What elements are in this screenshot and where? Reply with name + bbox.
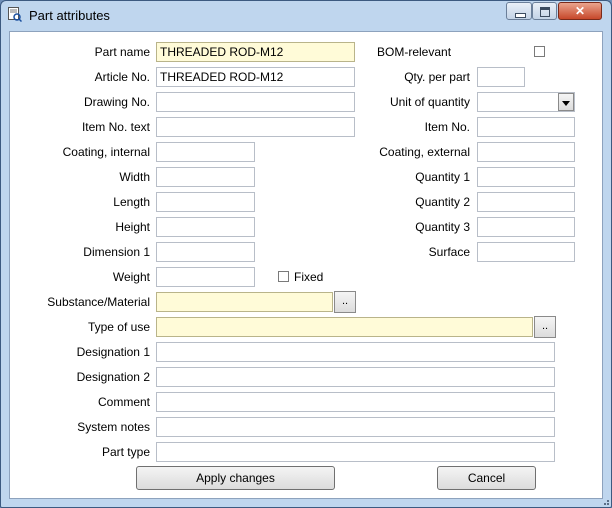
drawing-no-label: Drawing No. bbox=[83, 95, 150, 109]
apply-changes-button[interactable]: Apply changes bbox=[136, 466, 335, 490]
type-of-use-browse-button[interactable]: .. bbox=[534, 316, 556, 338]
comment-label: Comment bbox=[97, 395, 150, 409]
close-icon: ✕ bbox=[574, 4, 586, 18]
system-notes-label: System notes bbox=[77, 420, 150, 434]
dialog-body: Part name THREADED ROD-M12 Article No. T… bbox=[9, 31, 603, 499]
weight-label: Weight bbox=[112, 270, 150, 284]
designation1-field[interactable] bbox=[156, 342, 555, 362]
bom-relevant-label: BOM-relevant bbox=[377, 45, 452, 59]
part-type-label: Part type bbox=[101, 445, 150, 459]
part-name-field[interactable]: THREADED ROD-M12 bbox=[156, 42, 355, 62]
coating-external-field[interactable] bbox=[477, 142, 575, 162]
item-no-label: Item No. bbox=[424, 120, 470, 134]
quantity1-label: Quantity 1 bbox=[415, 170, 470, 184]
qty-per-part-label: Qty. per part bbox=[404, 70, 470, 84]
close-button[interactable]: ✕ bbox=[558, 2, 602, 20]
quantity1-field[interactable] bbox=[477, 167, 575, 187]
properties-icon bbox=[8, 7, 22, 22]
height-label: Height bbox=[115, 220, 150, 234]
part-type-field[interactable] bbox=[156, 442, 555, 462]
comment-field[interactable] bbox=[156, 392, 555, 412]
designation2-field[interactable] bbox=[156, 367, 555, 387]
width-field[interactable] bbox=[156, 167, 255, 187]
minimize-button[interactable] bbox=[506, 2, 532, 20]
title-bar[interactable]: Part attributes ✕ bbox=[1, 1, 611, 29]
coating-internal-field[interactable] bbox=[156, 142, 255, 162]
quantity3-field[interactable] bbox=[477, 217, 575, 237]
article-no-label: Article No. bbox=[94, 70, 150, 84]
window-title: Part attributes bbox=[29, 8, 110, 23]
coating-internal-label: Coating, internal bbox=[62, 145, 150, 159]
fixed-checkbox[interactable] bbox=[278, 271, 289, 282]
system-notes-field[interactable] bbox=[156, 417, 555, 437]
cancel-button[interactable]: Cancel bbox=[437, 466, 536, 490]
quantity3-label: Quantity 3 bbox=[415, 220, 470, 234]
substance-browse-button[interactable]: .. bbox=[334, 291, 356, 313]
substance-label: Substance/Material bbox=[47, 295, 150, 309]
surface-field[interactable] bbox=[477, 242, 575, 262]
type-of-use-field[interactable] bbox=[156, 317, 533, 337]
item-no-field[interactable] bbox=[477, 117, 575, 137]
type-of-use-label: Type of use bbox=[87, 320, 150, 334]
length-label: Length bbox=[113, 195, 150, 209]
part-attributes-window: Part attributes ✕ Part name THREADED ROD… bbox=[0, 0, 612, 508]
resize-grip-icon[interactable] bbox=[600, 496, 610, 506]
substance-field[interactable] bbox=[156, 292, 333, 312]
fixed-label: Fixed bbox=[294, 270, 324, 284]
qty-per-part-field[interactable] bbox=[477, 67, 525, 87]
unit-of-quantity-label: Unit of quantity bbox=[389, 95, 470, 109]
bom-relevant-checkbox[interactable] bbox=[534, 46, 545, 57]
designation2-label: Designation 2 bbox=[76, 370, 150, 384]
item-no-text-label: Item No. text bbox=[81, 120, 150, 134]
part-name-label: Part name bbox=[94, 45, 150, 59]
chevron-down-icon[interactable] bbox=[558, 93, 574, 111]
surface-label: Surface bbox=[428, 245, 470, 259]
weight-field[interactable] bbox=[156, 267, 255, 287]
coating-external-label: Coating, external bbox=[379, 145, 470, 159]
quantity2-label: Quantity 2 bbox=[415, 195, 470, 209]
length-field[interactable] bbox=[156, 192, 255, 212]
width-label: Width bbox=[119, 170, 150, 184]
quantity2-field[interactable] bbox=[477, 192, 575, 212]
designation1-label: Designation 1 bbox=[76, 345, 150, 359]
height-field[interactable] bbox=[156, 217, 255, 237]
dimension1-field[interactable] bbox=[156, 242, 255, 262]
maximize-button[interactable] bbox=[532, 2, 557, 20]
dimension1-label: Dimension 1 bbox=[83, 245, 150, 259]
